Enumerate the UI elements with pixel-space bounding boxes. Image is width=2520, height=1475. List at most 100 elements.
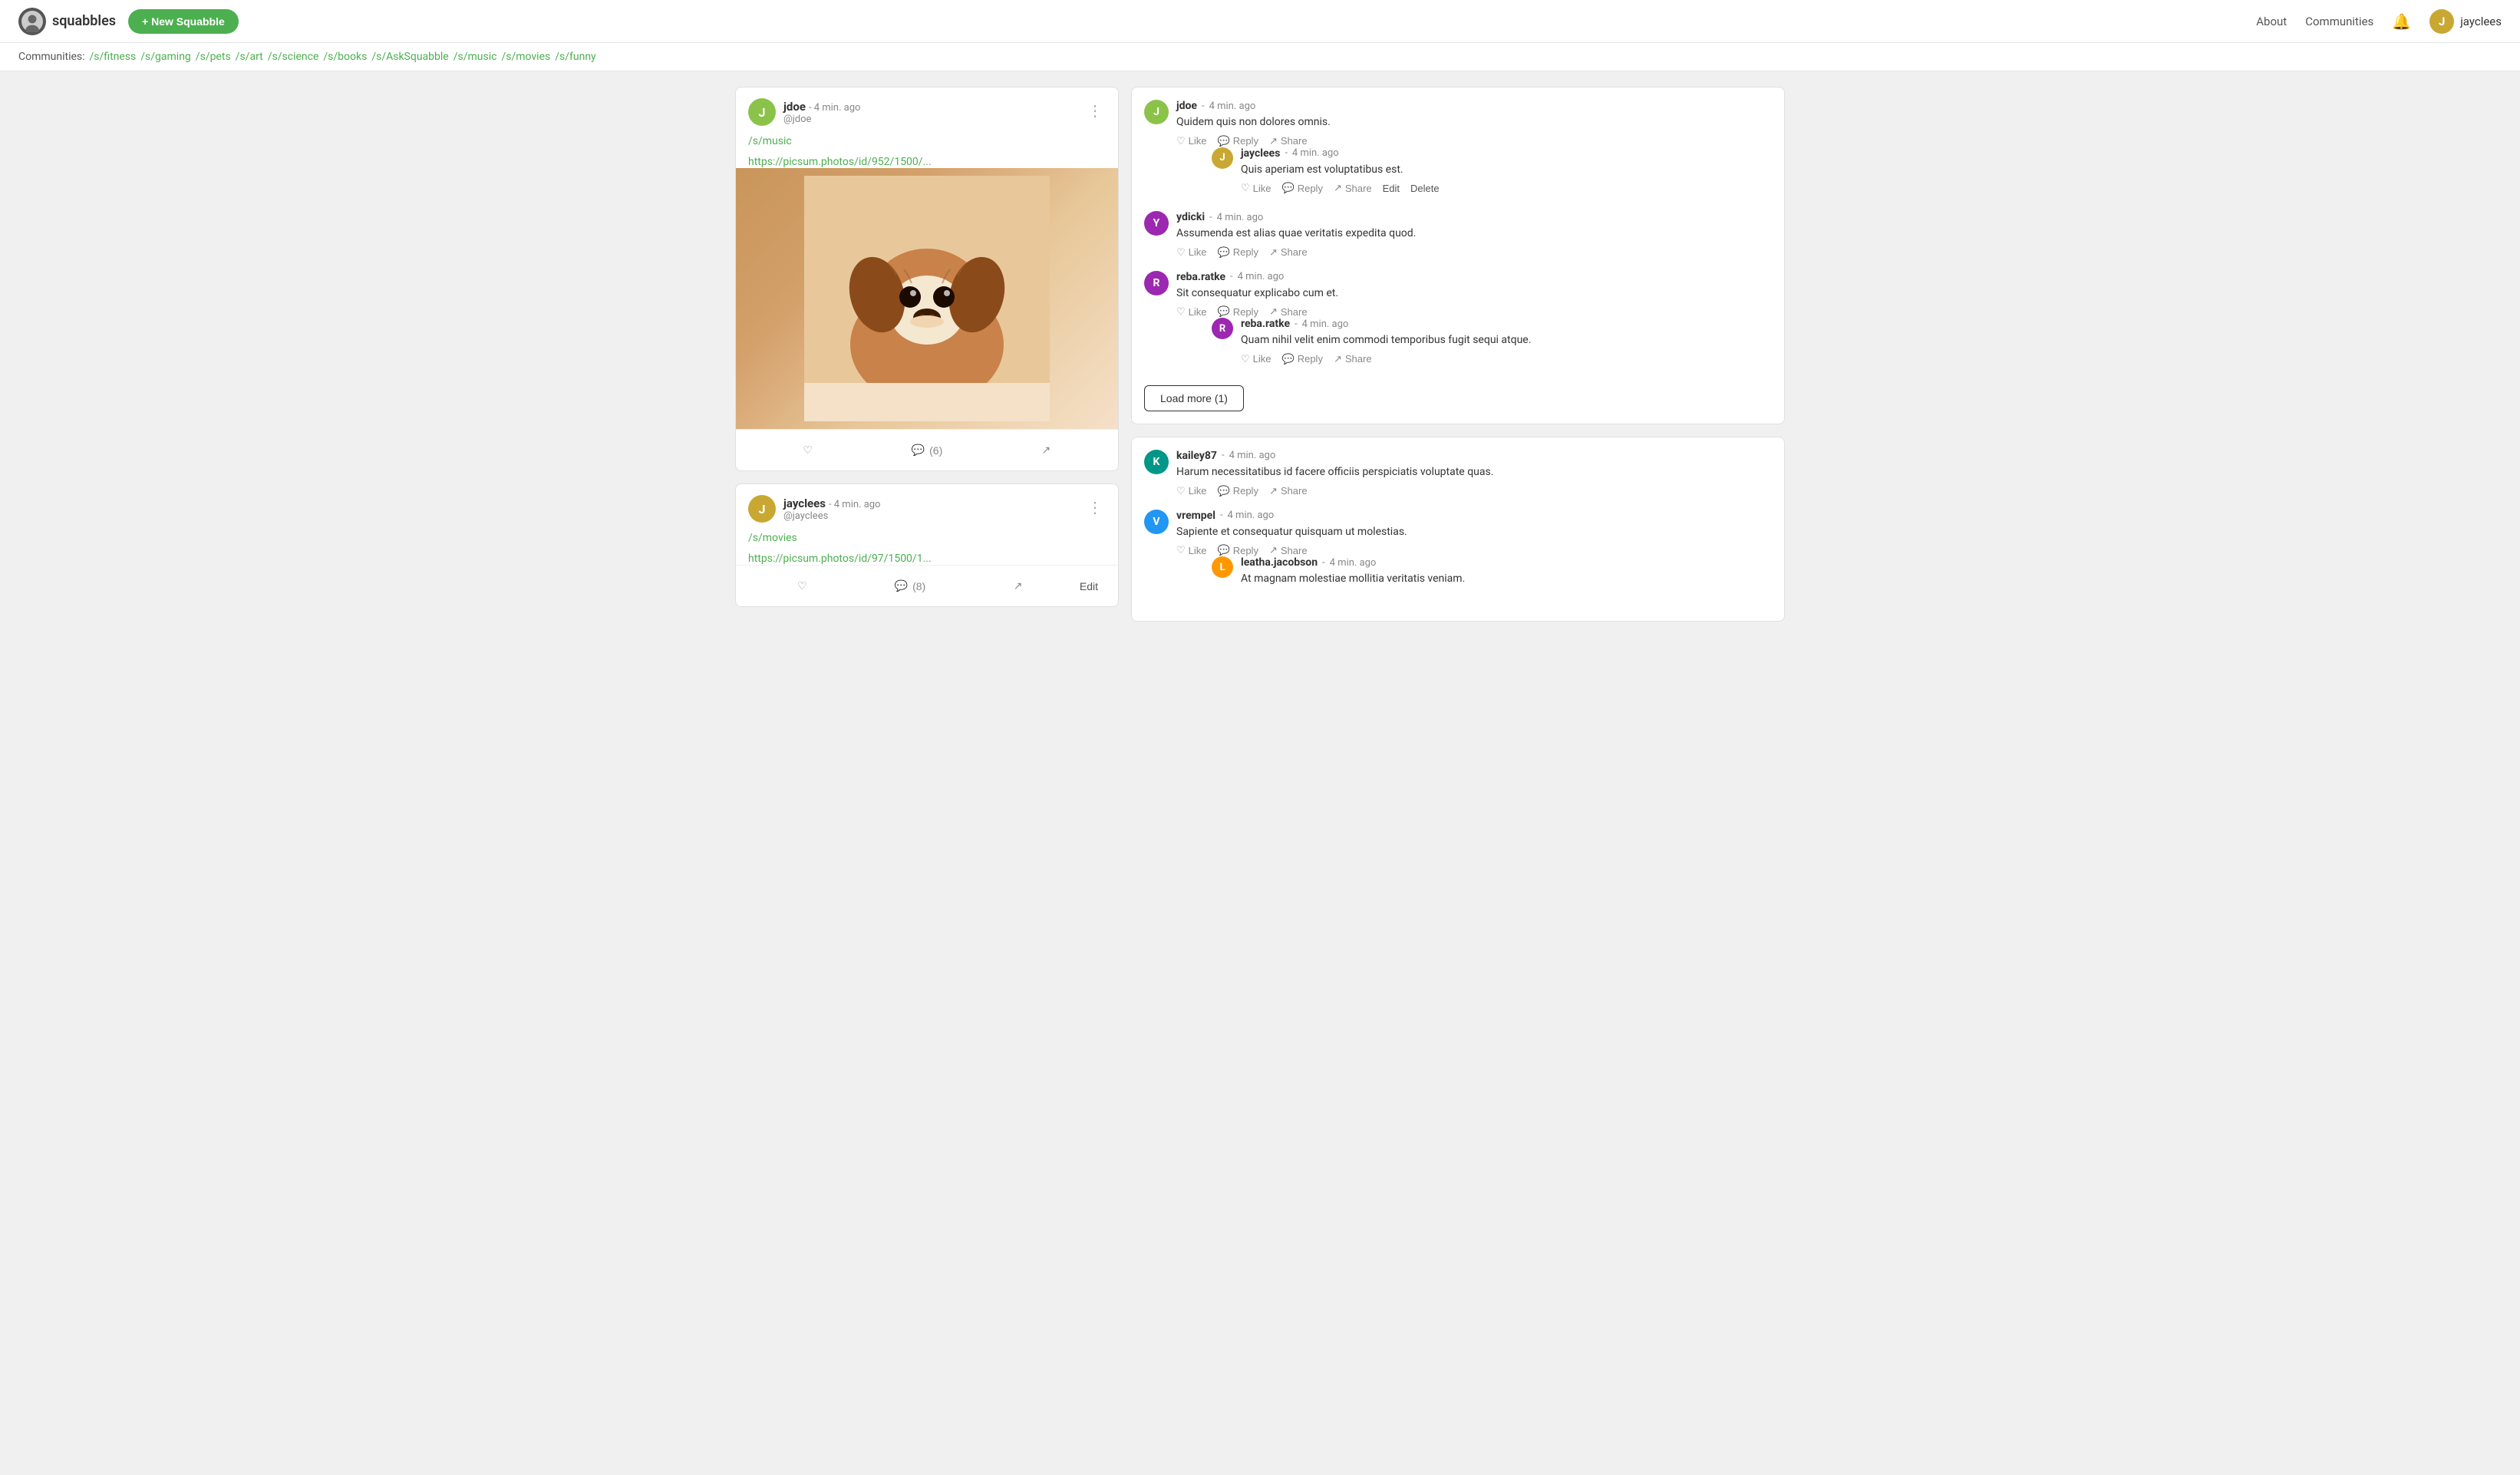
edit-button-2[interactable]: Edit (1072, 576, 1106, 597)
community-link-movies[interactable]: /s/movies (501, 51, 550, 63)
community-link-science[interactable]: /s/science (268, 51, 319, 63)
comment-item-kailey: K kailey87 - 4 min. ago Harum necessitat… (1144, 450, 1772, 497)
post-author-2[interactable]: jayclees (783, 497, 826, 510)
reply-action-reba[interactable]: 💬 Reply (1218, 305, 1258, 318)
comment-icon-2: 💬 (895, 579, 908, 592)
nav-username: jayclees (2460, 15, 2502, 28)
comment-text-reba: Sit consequatur explicabo cum et. (1176, 286, 1772, 302)
heart-icon: ♡ (803, 444, 813, 457)
share-button-2[interactable]: ↗ (964, 575, 1072, 597)
comments-button-2[interactable]: 💬 (8) (856, 575, 965, 597)
share-icon: ↗ (1041, 444, 1051, 457)
comment-author-line-jayclees: jayclees - 4 min. ago (1241, 147, 1772, 160)
edit-action-jayclees[interactable]: Edit (1383, 183, 1400, 194)
user-menu[interactable]: J jayclees (2429, 9, 2502, 34)
comment-author-line-leatha: leatha.jacobson - 4 min. ago (1241, 556, 1772, 569)
communities-link[interactable]: Communities (2305, 15, 2373, 28)
community-link-asksquabble[interactable]: /s/AskSquabble (371, 51, 448, 63)
like-action-kailey[interactable]: ♡ Like (1176, 485, 1207, 497)
comment-icon: 💬 (1218, 246, 1230, 259)
community-link-art[interactable]: /s/art (236, 51, 263, 63)
comment-author-ydicki[interactable]: ydicki (1176, 211, 1205, 223)
dog-illustration (804, 176, 1050, 421)
post-author-time-2: jayclees - 4 min. ago (783, 496, 880, 510)
like-action-jayclees[interactable]: ♡ Like (1241, 182, 1272, 194)
share-action-reba[interactable]: ↗ Share (1269, 305, 1308, 318)
comment-actions-vrempel: ♡ Like 💬 Reply ↗ Share (1176, 544, 1772, 556)
share-action-kailey[interactable]: ↗ Share (1269, 485, 1308, 497)
comment-author-kailey[interactable]: kailey87 (1176, 450, 1217, 462)
share-action-reba2[interactable]: ↗ Share (1334, 353, 1372, 365)
reply-action-jayclees[interactable]: 💬 Reply (1282, 182, 1323, 194)
community-link-music[interactable]: /s/music (454, 51, 497, 63)
reply-action-ydicki[interactable]: 💬 Reply (1218, 246, 1258, 259)
like-action-reba[interactable]: ♡ Like (1176, 305, 1207, 318)
comment-icon: 💬 (1282, 353, 1295, 365)
comment-author-jayclees[interactable]: jayclees (1241, 147, 1280, 160)
reply-action-jdoe[interactable]: 💬 Reply (1218, 135, 1258, 147)
like-action-vrempel[interactable]: ♡ Like (1176, 544, 1207, 556)
comment-author-leatha[interactable]: leatha.jacobson (1241, 556, 1318, 569)
post-community-1[interactable]: /s/music (736, 132, 1118, 153)
comment-actions-jayclees: ♡ Like 💬 Reply (1241, 182, 1772, 194)
avatar: J (1144, 100, 1169, 124)
comments-content-2: K kailey87 - 4 min. ago Harum necessitat… (1132, 437, 1784, 621)
share-action-vrempel[interactable]: ↗ Share (1269, 544, 1308, 556)
share-icon: ↗ (1269, 135, 1278, 147)
comments-button-1[interactable]: 💬 (6) (867, 439, 986, 461)
post-author-1[interactable]: jdoe (783, 100, 806, 114)
about-link[interactable]: About (2256, 15, 2287, 28)
share-icon: ↗ (1334, 353, 1342, 365)
comment-author-line-vrempel: vrempel - 4 min. ago (1176, 510, 1772, 522)
share-button-1[interactable]: ↗ (987, 439, 1106, 461)
post-community-2[interactable]: /s/movies (736, 529, 1118, 550)
comment-author-reba[interactable]: reba.ratke (1176, 271, 1225, 283)
comment-thread-2: Y ydicki - 4 min. ago Assumenda est alia… (1144, 211, 1772, 259)
comment-author-vrempel[interactable]: vrempel (1176, 510, 1215, 522)
post-time-value-2: 4 min. ago (834, 499, 881, 510)
community-link-fitness[interactable]: /s/fitness (90, 51, 137, 63)
reply-action-vrempel[interactable]: 💬 Reply (1218, 544, 1258, 556)
community-link-funny[interactable]: /s/funny (555, 51, 595, 63)
community-link-books[interactable]: /s/books (323, 51, 367, 63)
nested-comment-reba2: R reba.ratke - 4 min. ago Quam nihil vel… (1212, 318, 1772, 365)
like-button-1[interactable]: ♡ (748, 439, 867, 461)
nested-comment-jayclees: J jayclees - 4 min. ago Quis aperiam est… (1212, 147, 1772, 195)
comment-body-leatha: leatha.jacobson - 4 min. ago At magnam m… (1241, 556, 1772, 592)
share-action-ydicki[interactable]: ↗ Share (1269, 246, 1308, 259)
delete-action-jayclees[interactable]: Delete (1410, 183, 1440, 194)
community-link-pets[interactable]: /s/pets (196, 51, 231, 63)
share-icon-2: ↗ (1014, 579, 1023, 592)
communities-bar: Communities: /s/fitness /s/gaming /s/pet… (0, 43, 2520, 71)
comment-body-jdoe: jdoe - 4 min. ago Quidem quis non dolore… (1176, 100, 1772, 199)
share-action-jdoe[interactable]: ↗ Share (1269, 135, 1308, 147)
post-handle-2: @jayclees (783, 510, 880, 522)
post-menu-button-2[interactable]: ⋮ (1084, 495, 1106, 520)
like-button-2[interactable]: ♡ (748, 575, 856, 597)
heart-icon: ♡ (1176, 485, 1186, 497)
comment-author-line-ydicki: ydicki - 4 min. ago (1176, 211, 1772, 223)
share-action-jayclees[interactable]: ↗ Share (1334, 182, 1372, 194)
comment-author-jdoe[interactable]: jdoe (1176, 100, 1197, 112)
new-squabble-button[interactable]: + New Squabble (128, 9, 239, 34)
post-link-2[interactable]: https://picsum.photos/id/97/1500/1... (736, 549, 944, 573)
comment-icon: 💬 (1282, 182, 1295, 194)
post-header-2: J jayclees - 4 min. ago @jayclees ⋮ (736, 484, 1118, 529)
navbar: squabbles + New Squabble About Communiti… (0, 0, 2520, 43)
comment-item-vrempel: V vrempel - 4 min. ago Sapiente et conse… (1144, 510, 1772, 596)
post-time-2: - (829, 499, 834, 510)
reply-action-kailey[interactable]: 💬 Reply (1218, 485, 1258, 497)
right-column: J jdoe - 4 min. ago Quidem quis non dolo… (1131, 87, 1785, 622)
post-menu-button-1[interactable]: ⋮ (1084, 98, 1106, 124)
notifications-bell-icon[interactable]: 🔔 (2392, 12, 2411, 31)
like-action-ydicki[interactable]: ♡ Like (1176, 246, 1207, 259)
load-more-button-1[interactable]: Load more (1) (1144, 385, 1244, 411)
post-card-2: J jayclees - 4 min. ago @jayclees ⋮ /s/m… (735, 483, 1119, 607)
community-link-gaming[interactable]: /s/gaming (140, 51, 191, 63)
comments-count-2: (8) (912, 580, 925, 592)
like-action-reba2[interactable]: ♡ Like (1241, 353, 1272, 365)
like-action-jdoe[interactable]: ♡ Like (1176, 135, 1207, 147)
post-meta-1: jdoe - 4 min. ago @jdoe (783, 99, 860, 125)
reply-action-reba2[interactable]: 💬 Reply (1282, 353, 1323, 365)
comment-author-reba2[interactable]: reba.ratke (1241, 318, 1290, 330)
